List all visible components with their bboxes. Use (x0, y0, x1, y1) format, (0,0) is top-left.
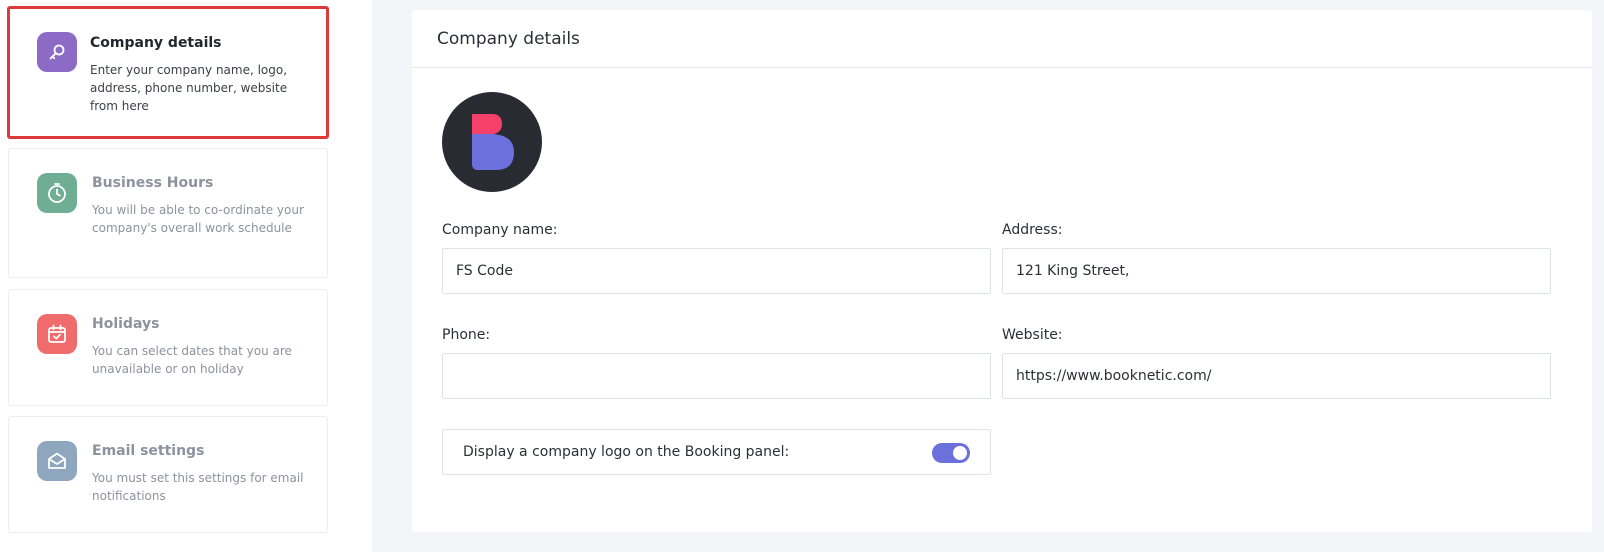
company-name-input[interactable]: FS Code (442, 248, 991, 294)
address-label: Address: (1002, 222, 1063, 238)
panel-header: Company details (412, 10, 1592, 68)
sidebar-item-description: You can select dates that you are unavai… (92, 344, 292, 376)
website-label: Website: (1002, 327, 1063, 343)
sidebar-item-description: Enter your company name, logo, address, … (90, 63, 288, 113)
envelope-open-icon (37, 441, 77, 481)
company-name-label: Company name: (442, 222, 558, 238)
toggle-knob (953, 446, 967, 460)
address-input[interactable]: 121 King Street, (1002, 248, 1551, 294)
company-details-panel: Company details Company name: FS Code Ad… (412, 10, 1592, 532)
page-title: Company details (437, 28, 580, 49)
logo-display-toggle[interactable] (932, 443, 970, 463)
phone-label: Phone: (442, 327, 491, 343)
sidebar-item-title: Email settings (92, 443, 205, 459)
sidebar-item-title: Business Hours (92, 175, 214, 191)
sidebar-item-company-details[interactable]: Company details Enter your company name,… (7, 6, 329, 139)
sidebar-item-email-settings[interactable]: Email settings You must set this setting… (8, 416, 328, 533)
key-icon (37, 32, 77, 72)
calendar-check-icon (37, 314, 77, 354)
sidebar-item-description: You will be able to co-ordinate your com… (92, 203, 304, 235)
settings-sidebar: Company details Enter your company name,… (0, 0, 372, 552)
booknetic-logo-icon (472, 114, 514, 170)
sidebar-item-business-hours[interactable]: Business Hours You will be able to co-or… (8, 148, 328, 278)
clock-icon (37, 173, 77, 213)
sidebar-item-title: Holidays (92, 316, 160, 332)
logo-display-setting: Display a company logo on the Booking pa… (442, 429, 991, 475)
sidebar-item-title: Company details (90, 35, 222, 51)
company-logo[interactable] (442, 92, 542, 192)
sidebar-item-description: You must set this settings for email not… (92, 471, 304, 503)
phone-input[interactable] (442, 353, 991, 399)
website-input[interactable]: https://www.booknetic.com/ (1002, 353, 1551, 399)
logo-display-label: Display a company logo on the Booking pa… (463, 444, 790, 460)
sidebar-item-holidays[interactable]: Holidays You can select dates that you a… (8, 289, 328, 406)
